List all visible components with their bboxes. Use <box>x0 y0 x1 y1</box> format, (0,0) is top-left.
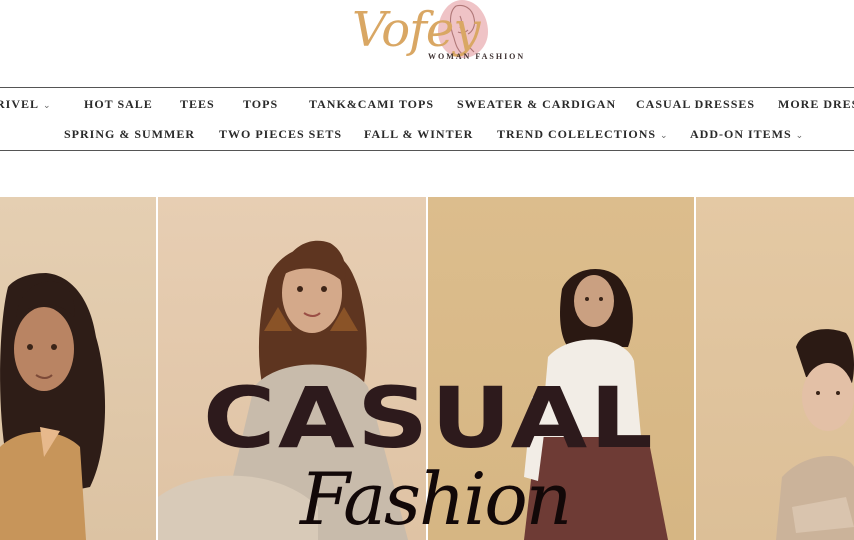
nav-item-sweater-cardigan[interactable]: SWEATER & CARDIGAN <box>457 94 616 114</box>
nav-item-tees[interactable]: TEES <box>180 94 215 114</box>
nav-label: TREND COLELECTIONS <box>497 127 657 141</box>
nav-label: FALL & WINTER <box>364 127 474 141</box>
model-illustration <box>776 329 854 540</box>
nav-item-casual-dresses[interactable]: CASUAL DRESSES <box>636 94 755 114</box>
nav-label: RIVEL <box>0 97 40 111</box>
nav-item-tops[interactable]: TOPS <box>243 94 278 114</box>
nav-label: SPRING & SUMMER <box>64 127 195 141</box>
hero-photo-4 <box>696 197 854 540</box>
nav-label: SWEATER & CARDIGAN <box>457 97 617 111</box>
nav-label: TWO PIECES SETS <box>219 127 343 141</box>
nav-label: CASUAL DRESSES <box>636 97 756 111</box>
nav-row-2: SPRING & SUMMER TWO PIECES SETS FALL & W… <box>0 124 854 144</box>
nav-label: HOT SALE <box>84 97 153 111</box>
main-nav: RIVEL ⌄ HOT SALE TEES TOPS TANK&CAMI TOPS… <box>0 87 854 151</box>
nav-label: ADD-ON ITEMS <box>690 127 792 141</box>
nav-item-tank-cami-tops[interactable]: TANK&CAMI TOPS <box>309 94 434 114</box>
nav-label: TANK&CAMI TOPS <box>309 97 435 111</box>
hero-photo-1 <box>0 197 156 540</box>
nav-item-trend-collections[interactable]: TREND COLELECTIONS ⌄ <box>497 124 669 145</box>
brand-logo[interactable]: Vofey WOMAN FASHION <box>352 0 527 66</box>
model-illustration <box>0 273 106 540</box>
nav-label: TEES <box>180 97 215 111</box>
nav-row-1: RIVEL ⌄ HOT SALE TEES TOPS TANK&CAMI TOPS… <box>0 94 854 114</box>
nav-item-hot-sale[interactable]: HOT SALE <box>84 94 153 114</box>
hero-title: CASUAL <box>202 369 656 467</box>
brand-tagline: WOMAN FASHION <box>428 52 526 61</box>
brand-name: Vofey <box>352 2 480 58</box>
hero-script-subtitle: Fashion <box>300 457 572 540</box>
nav-label: MORE DRES <box>778 97 854 111</box>
nav-item-two-pieces-sets[interactable]: TWO PIECES SETS <box>219 124 342 144</box>
nav-item-spring-summer[interactable]: SPRING & SUMMER <box>64 124 195 144</box>
chevron-down-icon: ⌄ <box>43 100 52 110</box>
nav-label: TOPS <box>243 97 279 111</box>
nav-item-add-on-items[interactable]: ADD-ON ITEMS ⌄ <box>690 124 804 145</box>
chevron-down-icon: ⌄ <box>660 130 669 140</box>
nav-item-fall-winter[interactable]: FALL & WINTER <box>364 124 473 144</box>
chevron-down-icon: ⌄ <box>795 130 805 140</box>
nav-item-more-dresses[interactable]: MORE DRES <box>778 94 854 114</box>
nav-item-arrival[interactable]: RIVEL ⌄ <box>0 94 52 115</box>
hero-banner[interactable]: CASUAL Fashion <box>0 197 854 540</box>
